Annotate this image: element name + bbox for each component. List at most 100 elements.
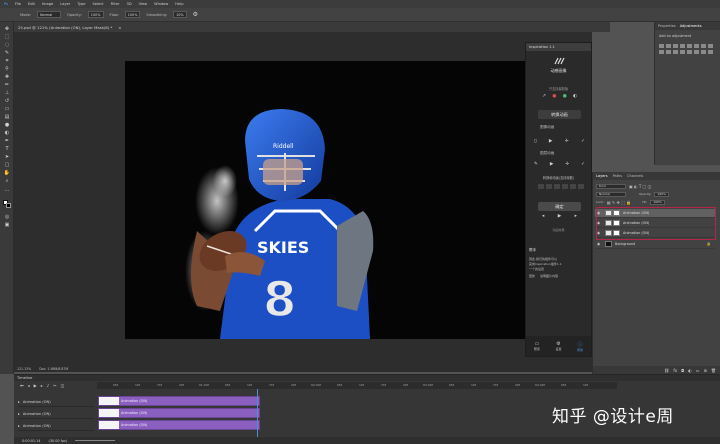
type-tool-icon[interactable]: T: [3, 146, 11, 152]
settings-dot-icon[interactable]: ◐: [573, 94, 577, 99]
history-brush-icon[interactable]: ↺: [3, 98, 11, 104]
layer-opacity-field[interactable]: 100%: [654, 191, 669, 197]
frame-box[interactable]: [562, 184, 568, 189]
curves-icon[interactable]: [673, 44, 678, 48]
menu-type[interactable]: Type: [77, 2, 85, 6]
menu-select[interactable]: Select: [93, 2, 104, 6]
close-icon[interactable]: ×: [118, 25, 121, 30]
menu-help[interactable]: Help: [175, 2, 183, 6]
adjustment-layer-icon[interactable]: ◐: [688, 368, 692, 373]
fx-icon[interactable]: fx: [673, 368, 677, 373]
split-icon[interactable]: ✂: [53, 383, 56, 388]
crop-tool-icon[interactable]: ⌗: [3, 58, 11, 64]
marquee-tool-icon[interactable]: ⬚: [3, 34, 11, 40]
filter-icons[interactable]: ▣ ◐ T ▢ ◫: [629, 184, 651, 189]
kind-select[interactable]: Kind: [596, 183, 626, 189]
lock-icon[interactable]: 🔒: [707, 242, 711, 246]
track-label[interactable]: ▸ Animation (ON): [18, 397, 94, 407]
audio-icon[interactable]: ♪: [47, 383, 50, 388]
document-tab[interactable]: 25.psd @ 121% (Animation (ON), Layer Mas…: [14, 22, 610, 32]
dodge-tool-icon[interactable]: ◐: [3, 130, 11, 136]
menu-view[interactable]: View: [139, 2, 148, 6]
link-icon[interactable]: ↗: [542, 94, 546, 99]
gradient-map-icon[interactable]: [701, 50, 706, 54]
menu-edit[interactable]: Edit: [28, 2, 35, 6]
blur-tool-icon[interactable]: ●: [3, 122, 11, 128]
pen-tool-icon[interactable]: ✒: [3, 138, 11, 144]
confirm-button[interactable]: 确定: [538, 202, 581, 211]
brush-tool-icon[interactable]: ✏: [3, 82, 11, 88]
frame-box[interactable]: [546, 184, 552, 189]
nav-help[interactable]: ⓘ 帮助: [577, 341, 583, 352]
time-ruler[interactable]: 05f 10f 15f 20f 01:00f 05f 10f 15f 20f 0…: [97, 382, 617, 389]
expand-arrow-icon[interactable]: ▸: [18, 412, 20, 416]
play-icon[interactable]: ▶: [549, 139, 553, 144]
new-layer-icon[interactable]: ⊞: [704, 368, 707, 373]
path-select-icon[interactable]: ➤: [3, 154, 11, 160]
timeline-clip[interactable]: Animation (ON): [98, 408, 260, 418]
play-icon-3[interactable]: ▶: [558, 214, 562, 219]
menu-image[interactable]: Image: [42, 2, 53, 6]
document-canvas-photo[interactable]: SKIES 8 Riddell: [125, 61, 525, 339]
frame-box[interactable]: [538, 184, 544, 189]
lookup-icon[interactable]: [673, 50, 678, 54]
page-icon[interactable]: ▯: [534, 139, 537, 144]
expand-arrow-icon[interactable]: ▸: [18, 424, 20, 428]
invert-icon[interactable]: [680, 50, 685, 54]
bw-icon[interactable]: [708, 44, 713, 48]
frame-box[interactable]: [570, 184, 576, 189]
nav-settings[interactable]: ⚙ 设置: [555, 341, 561, 351]
threshold-icon[interactable]: [694, 50, 699, 54]
mode-select[interactable]: Normal: [37, 11, 62, 18]
brightness-icon[interactable]: [659, 44, 664, 48]
add-mask-icon[interactable]: ◘: [681, 368, 684, 373]
add-icon[interactable]: ✛: [565, 139, 569, 144]
timeline-clip[interactable]: Animation (ON): [98, 420, 260, 430]
menu-window[interactable]: Window: [154, 2, 168, 6]
tab-layers[interactable]: Layers: [596, 174, 608, 178]
posterize-icon[interactable]: [687, 50, 692, 54]
prev-icon[interactable]: ◂: [542, 214, 544, 219]
photo-filter-icon[interactable]: [659, 50, 664, 54]
settings-gear-icon[interactable]: ⚙: [193, 11, 198, 18]
zoom-slider[interactable]: [75, 440, 116, 441]
smoothing-field[interactable]: 10%: [173, 11, 187, 18]
eraser-tool-icon[interactable]: ▭: [3, 106, 11, 112]
next-icon[interactable]: ▸: [575, 214, 577, 219]
layer-row-background[interactable]: ◉ Background 🔒: [595, 240, 715, 249]
quick-mask-icon[interactable]: ◎: [3, 214, 11, 220]
flow-field[interactable]: 100%: [124, 11, 141, 18]
track-label[interactable]: ▸ Animation (ON): [18, 421, 94, 431]
balance-icon[interactable]: [701, 44, 706, 48]
visibility-eye-icon[interactable]: ◉: [597, 242, 602, 246]
tab-properties[interactable]: Properties: [658, 24, 676, 28]
tab-adjustments[interactable]: Adjustments: [680, 24, 702, 28]
fill-field[interactable]: 100%: [650, 199, 665, 205]
menu-layer[interactable]: Layer: [60, 2, 70, 6]
menu-filter[interactable]: Filter: [111, 2, 120, 6]
help-image-link[interactable]: 说明图片内容: [540, 274, 558, 278]
more-tools-icon[interactable]: ⋯: [3, 188, 11, 194]
play-icon[interactable]: ▶: [34, 383, 37, 388]
zoom-tool-icon[interactable]: ⌕: [3, 178, 11, 184]
expand-arrow-icon[interactable]: ▸: [18, 400, 20, 404]
pen-icon[interactable]: ✎: [534, 162, 538, 167]
check-icon[interactable]: ✓: [581, 139, 585, 144]
exposure-icon[interactable]: [680, 44, 685, 48]
selective-color-icon[interactable]: [708, 50, 713, 54]
convert-animation-button[interactable]: 转换动画: [538, 110, 581, 119]
color-swatch-icon[interactable]: [3, 200, 11, 208]
link-layers-icon[interactable]: ⛓: [664, 368, 669, 373]
shape-tool-icon[interactable]: ▢: [3, 162, 11, 168]
opacity-field[interactable]: 100%: [87, 11, 104, 18]
hand-tool-icon[interactable]: ✋: [3, 170, 11, 176]
blend-mode-select[interactable]: Normal: [596, 191, 626, 197]
trash-icon[interactable]: 🗑: [711, 368, 716, 373]
play-dot-icon[interactable]: ●: [563, 94, 567, 99]
frame-box[interactable]: [578, 184, 584, 189]
next-frame-icon[interactable]: ▸: [41, 383, 43, 388]
prev-frame-icon[interactable]: ◂: [28, 383, 30, 388]
move-tool-icon[interactable]: ✥: [3, 26, 11, 32]
lasso-tool-icon[interactable]: ◌: [3, 42, 11, 48]
record-dot-icon[interactable]: ●: [552, 94, 556, 99]
